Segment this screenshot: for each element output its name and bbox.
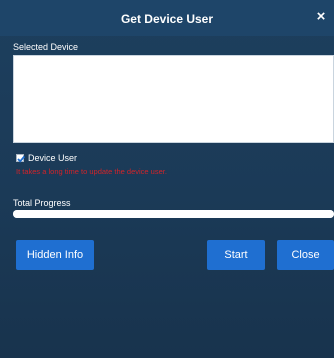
device-user-label: Device User — [28, 153, 78, 163]
selected-device-label: Selected Device — [13, 42, 79, 52]
start-button[interactable]: Start — [207, 240, 265, 270]
selected-device-list[interactable] — [13, 55, 334, 143]
total-progress-bar — [13, 210, 334, 218]
dialog-title: Get Device User — [120, 12, 214, 26]
get-device-user-dialog: Get Device User × Selected Device Device… — [0, 0, 334, 358]
device-user-warning: It takes a long time to update the devic… — [16, 167, 167, 176]
close-icon[interactable]: × — [314, 9, 328, 25]
device-user-row[interactable]: Device User — [16, 152, 77, 164]
total-progress-label: Total Progress — [13, 198, 71, 208]
device-user-checkbox[interactable] — [16, 154, 25, 163]
total-progress-fill — [13, 210, 334, 218]
checkmark-icon — [17, 155, 25, 163]
dialog-titlebar: Get Device User × — [0, 0, 334, 36]
hidden-info-button[interactable]: Hidden Info — [16, 240, 94, 270]
close-button[interactable]: Close — [277, 240, 334, 270]
